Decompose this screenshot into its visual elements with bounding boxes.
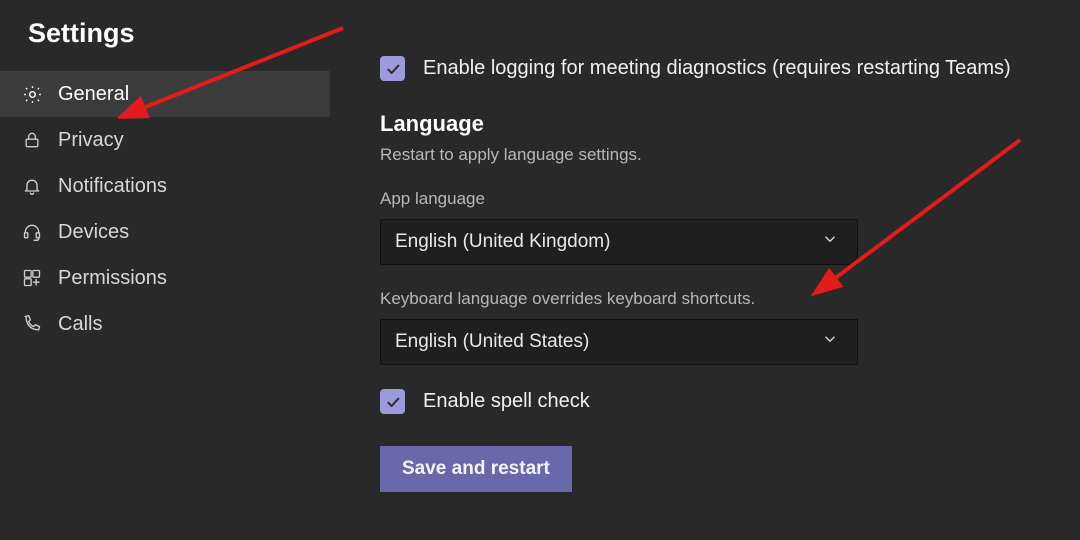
sidebar-item-label: Notifications <box>58 175 167 198</box>
app-language-value: English (United Kingdom) <box>395 231 610 253</box>
chevron-down-icon <box>821 330 839 354</box>
keyboard-language-value: English (United States) <box>395 331 589 353</box>
settings-sidebar: Settings General Privacy <box>0 0 330 540</box>
keyboard-language-select[interactable]: English (United States) <box>380 319 858 365</box>
sidebar-item-label: General <box>58 83 129 106</box>
bell-icon <box>20 174 44 198</box>
lock-icon <box>20 128 44 152</box>
sidebar-item-calls[interactable]: Calls <box>0 301 330 347</box>
settings-content: Enable logging for meeting diagnostics (… <box>330 0 1080 540</box>
enable-logging-row: Enable logging for meeting diagnostics (… <box>380 56 1060 81</box>
page-title: Settings <box>0 14 330 71</box>
apps-icon <box>20 266 44 290</box>
sidebar-item-label: Privacy <box>58 129 124 152</box>
chevron-down-icon <box>821 230 839 254</box>
sidebar-item-label: Devices <box>58 221 129 244</box>
enable-logging-checkbox[interactable] <box>380 56 405 81</box>
phone-icon <box>20 312 44 336</box>
sidebar-item-label: Permissions <box>58 267 167 290</box>
spellcheck-label: Enable spell check <box>423 390 590 413</box>
spellcheck-checkbox[interactable] <box>380 389 405 414</box>
headset-icon <box>20 220 44 244</box>
gear-icon <box>20 82 44 106</box>
language-section-title: Language <box>380 111 1060 137</box>
settings-nav: General Privacy Notifi <box>0 71 330 347</box>
language-hint: Restart to apply language settings. <box>380 145 1060 165</box>
sidebar-item-notifications[interactable]: Notifications <box>0 163 330 209</box>
enable-logging-label: Enable logging for meeting diagnostics (… <box>423 57 1011 80</box>
keyboard-language-hint: Keyboard language overrides keyboard sho… <box>380 289 1060 309</box>
spellcheck-row: Enable spell check <box>380 389 1060 414</box>
save-restart-button[interactable]: Save and restart <box>380 446 572 492</box>
sidebar-item-label: Calls <box>58 313 102 336</box>
sidebar-item-permissions[interactable]: Permissions <box>0 255 330 301</box>
app-language-select[interactable]: English (United Kingdom) <box>380 219 858 265</box>
app-language-label: App language <box>380 189 1060 209</box>
sidebar-item-devices[interactable]: Devices <box>0 209 330 255</box>
sidebar-item-general[interactable]: General <box>0 71 330 117</box>
sidebar-item-privacy[interactable]: Privacy <box>0 117 330 163</box>
